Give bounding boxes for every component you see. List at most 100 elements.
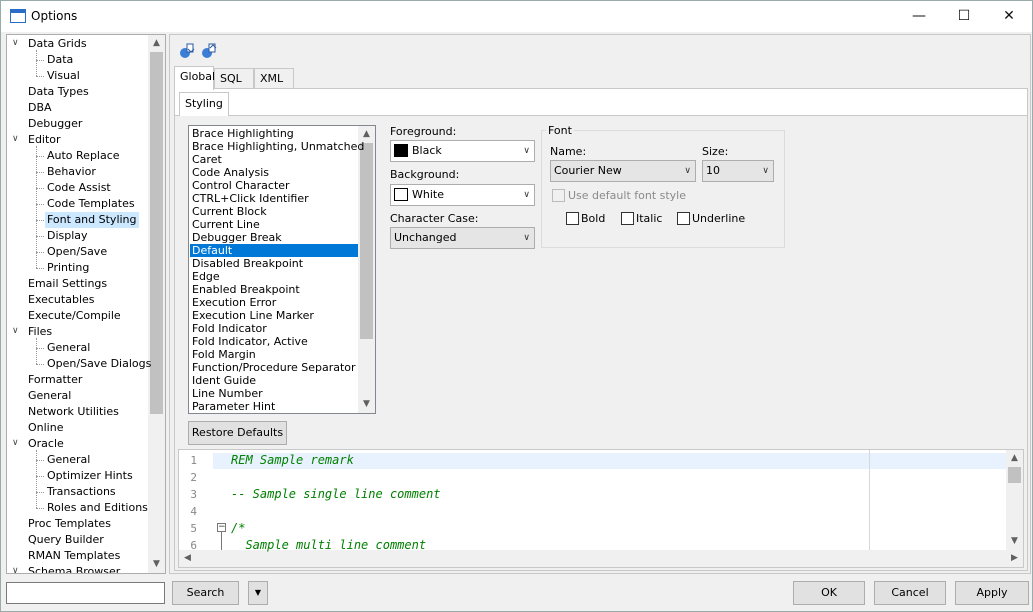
scroll-thumb[interactable] [1008,467,1021,483]
style-list-item[interactable]: Fold Indicator [190,322,358,335]
tree-item[interactable]: Printing [45,260,91,276]
scroll-left-icon[interactable]: ◀ [179,550,196,567]
style-list-item[interactable]: Brace Highlighting [190,127,358,140]
style-list-item[interactable]: Enabled Breakpoint [190,283,358,296]
underline-checkbox[interactable] [677,212,690,225]
style-list[interactable]: ▲ ▼ Brace Highlighting Brace Highlighting… [188,125,376,414]
editor-vscrollbar[interactable]: ▲ ▼ [1006,450,1023,550]
tree-item[interactable]: Execute/Compile [26,308,123,324]
tree-item[interactable]: Editor [26,132,63,148]
character-case-select[interactable]: Unchanged ∨ [390,227,535,249]
editor-hscrollbar[interactable]: ◀ ▶ [179,550,1023,567]
use-default-font-checkbox[interactable] [552,189,565,202]
style-list-item[interactable]: Function/Procedure Separator [190,361,358,374]
style-list-item[interactable]: Fold Margin [190,348,358,361]
tree-expand-icon[interactable]: ∨ [12,438,19,448]
restore-defaults-button[interactable]: Restore Defaults [188,421,287,445]
style-list-item[interactable]: Caret [190,153,358,166]
tree-item[interactable]: DBA [26,100,54,116]
tree-item[interactable]: Behavior [45,164,98,180]
tree-expand-icon[interactable]: ∨ [12,38,19,48]
tree-item[interactable]: Network Utilities [26,404,121,420]
maximize-button[interactable]: ☐ [941,1,987,32]
export-settings-icon[interactable] [201,43,217,59]
scroll-up-icon[interactable]: ▲ [1006,450,1023,467]
tree-expand-icon[interactable]: ∨ [12,326,19,336]
tree-expand-icon[interactable]: ∨ [12,566,19,573]
tree-item[interactable]: Data Types [26,84,91,100]
apply-button[interactable]: Apply [955,581,1029,605]
style-list-item[interactable]: Edge [190,270,358,283]
scroll-down-icon[interactable]: ▼ [358,396,375,413]
style-list-item[interactable]: Parameter Hint [190,400,358,413]
tree-item[interactable]: Executables [26,292,97,308]
tree-item[interactable]: Formatter [26,372,84,388]
scroll-down-icon[interactable]: ▼ [1006,533,1023,550]
tree-item[interactable]: Online [26,420,65,436]
search-options-dropdown[interactable]: ▼ [248,581,268,605]
tree-item[interactable]: Email Settings [26,276,109,292]
tree-item[interactable]: Query Builder [26,532,106,548]
minimize-button[interactable]: — [896,1,942,32]
style-list-item[interactable]: Current Block [190,205,358,218]
tab-xml[interactable]: XML [254,68,294,89]
style-list-item[interactable]: Line Number [190,387,358,400]
search-button[interactable]: Search [172,581,239,605]
tree-item[interactable]: Open/Save Dialogs [45,356,153,372]
style-list-item[interactable]: Current Line [190,218,358,231]
style-list-item[interactable]: Debugger Break [190,231,358,244]
style-list-item[interactable]: Code Analysis [190,166,358,179]
tree-item[interactable]: Debugger [26,116,84,132]
style-list-item[interactable]: Fold Indicator, Active [190,335,358,348]
tree-item[interactable]: Optimizer Hints [45,468,135,484]
ok-button[interactable]: OK [793,581,865,605]
style-list-item[interactable]: Ident Guide [190,374,358,387]
scroll-right-icon[interactable]: ▶ [1006,550,1023,567]
cancel-button[interactable]: Cancel [874,581,946,605]
tab-styling[interactable]: Styling [179,92,229,116]
tree-item[interactable]: Open/Save [45,244,109,260]
scroll-down-icon[interactable]: ▼ [148,556,165,573]
tree-item[interactable]: General [45,452,92,468]
style-list-item[interactable]: Control Character [190,179,358,192]
tree-item[interactable]: General [26,388,73,404]
import-settings-icon[interactable] [179,43,195,59]
tree-scrollbar[interactable]: ▲ ▼ [148,35,165,573]
italic-checkbox[interactable] [621,212,634,225]
style-list-item[interactable]: Default [190,244,358,257]
tree-item[interactable]: Display [45,228,90,244]
font-name-select[interactable]: Courier New ∨ [550,160,696,182]
bold-checkbox[interactable] [566,212,579,225]
style-list-item[interactable]: Execution Error [190,296,358,309]
close-button[interactable]: ✕ [986,1,1032,32]
tree-item[interactable]: Font and Styling [45,212,139,228]
tree-item[interactable]: Visual [45,68,82,84]
sample-code-editor[interactable]: − ▲ ▼ ◀ ▶ 1 REM Sample remark 2 3 -- Sample … [178,449,1024,568]
tree-item[interactable]: Transactions [45,484,118,500]
search-input[interactable] [6,582,165,604]
style-list-item[interactable]: Brace Highlighting, Unmatched [190,140,364,153]
style-list-scrollbar[interactable]: ▲ ▼ [358,126,375,413]
tree-item[interactable]: Code Assist [45,180,113,196]
tree-item[interactable]: General [45,340,92,356]
background-select[interactable]: White ∨ [390,184,535,206]
tree-item[interactable]: Schema Browser [26,564,122,573]
tree-item[interactable]: Roles and Editions [45,500,150,516]
style-list-item[interactable]: Disabled Breakpoint [190,257,358,270]
scroll-up-icon[interactable]: ▲ [148,35,165,52]
tab-sql[interactable]: SQL [214,68,254,89]
scroll-thumb[interactable] [360,143,373,339]
tree-item[interactable]: RMAN Templates [26,548,122,564]
tab-global[interactable]: Global [174,66,215,90]
tree-item[interactable]: Data [45,52,75,68]
foreground-select[interactable]: Black ∨ [390,140,535,162]
tree-item[interactable]: Files [26,324,54,340]
tree-item[interactable]: Proc Templates [26,516,113,532]
style-list-item[interactable]: CTRL+Click Identifier [190,192,358,205]
tree-item[interactable]: Code Templates [45,196,137,212]
tree-item[interactable]: Oracle [26,436,66,452]
tree-item[interactable]: Auto Replace [45,148,122,164]
tree-expand-icon[interactable]: ∨ [12,134,19,144]
fold-collapse-icon[interactable]: − [217,523,226,532]
style-list-item[interactable]: Execution Line Marker [190,309,358,322]
